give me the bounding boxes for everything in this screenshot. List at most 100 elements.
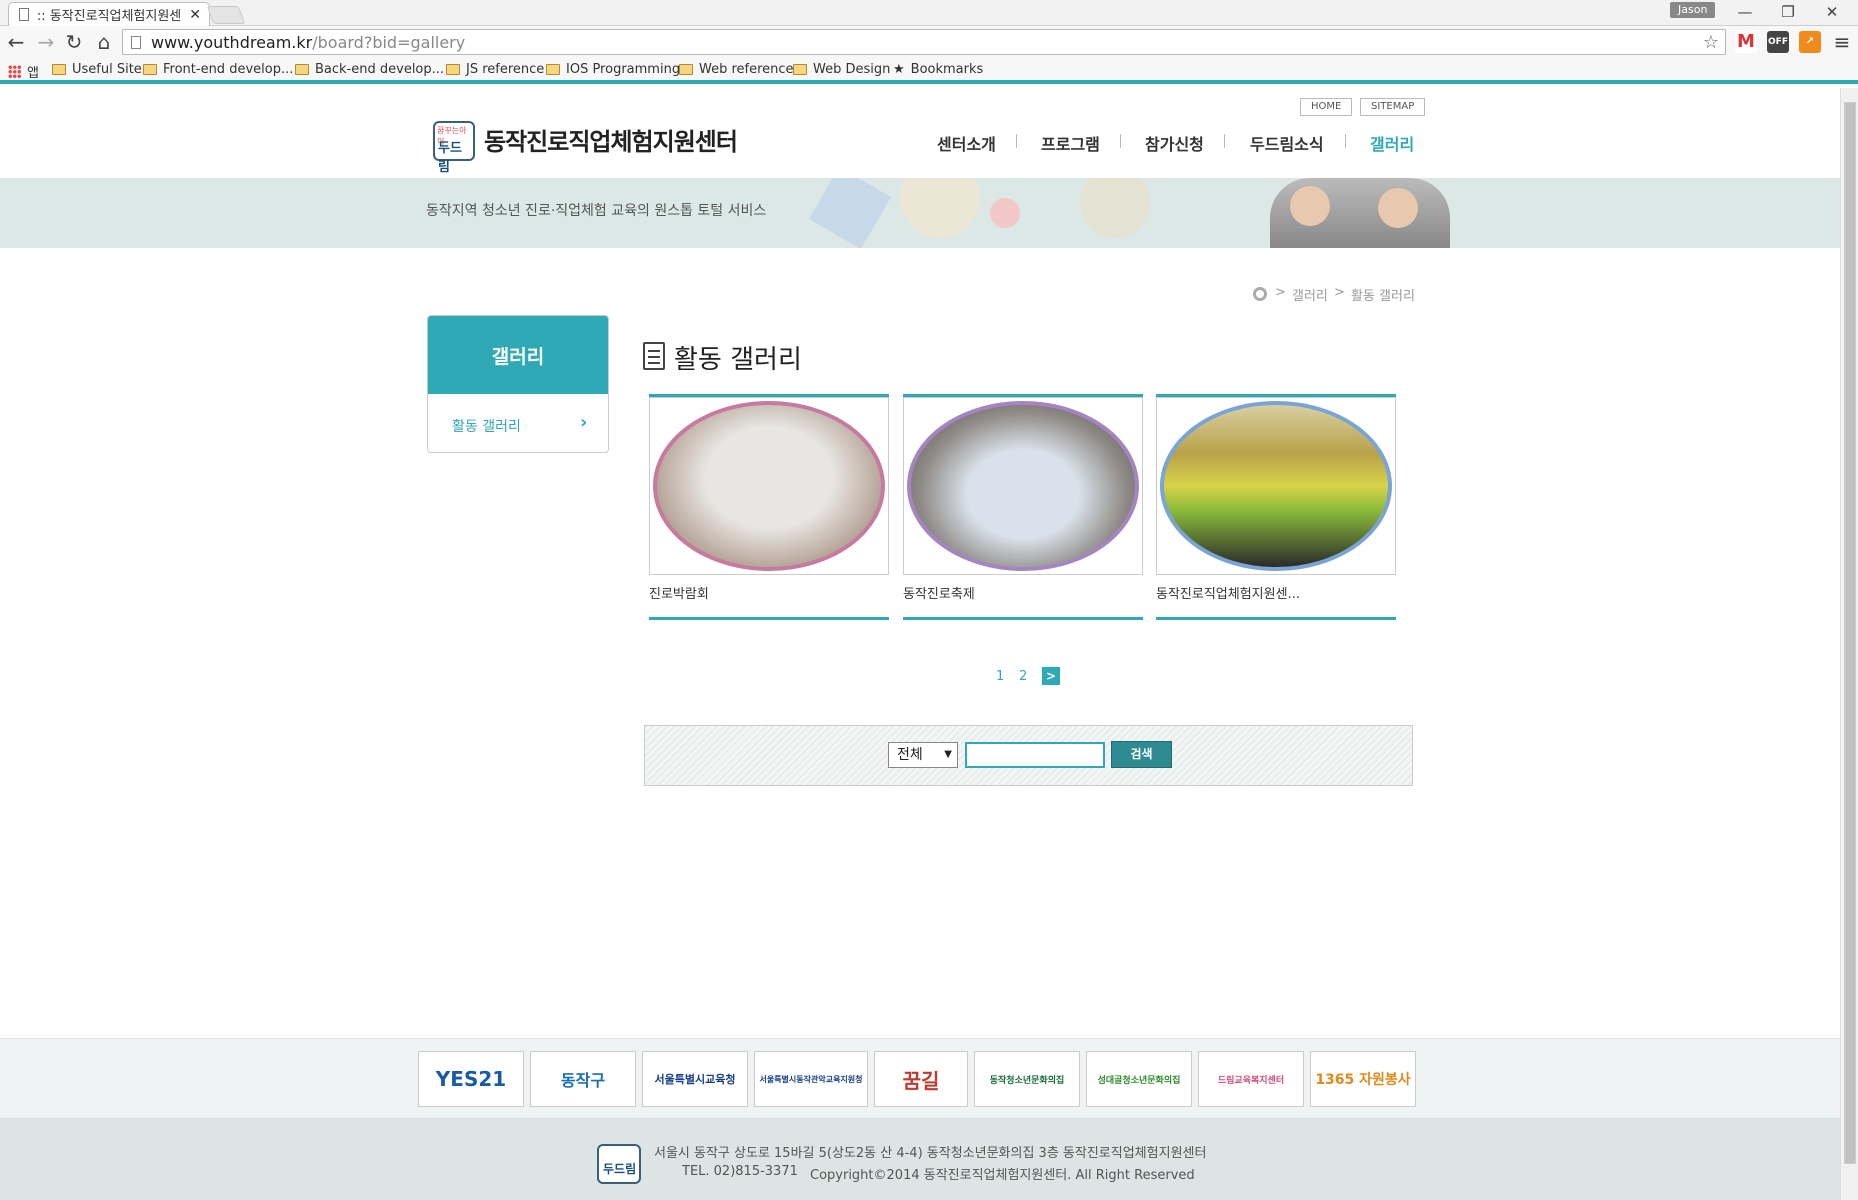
nav-gallery[interactable]: 갤러리 [1370, 131, 1414, 155]
menu-icon[interactable]: ≡ [1830, 29, 1854, 55]
breadcrumb-gallery[interactable]: 갤러리 [1292, 285, 1328, 304]
gallery-thumbnail[interactable] [903, 397, 1143, 575]
folder-icon [143, 64, 157, 75]
folder-icon [295, 64, 309, 75]
star-icon[interactable]: ☆ [1703, 32, 1719, 53]
nav-center-intro[interactable]: 센터소개 [937, 131, 996, 155]
page-link-1[interactable]: 1 [996, 669, 1004, 684]
bookmark-label: Web Design [813, 62, 891, 77]
page-scrollbar[interactable] [1840, 88, 1858, 1200]
folder-icon [546, 64, 560, 75]
reload-icon[interactable]: ↻ [62, 29, 86, 55]
scrollbar-thumb[interactable] [1844, 102, 1856, 1164]
gallery-thumbnail[interactable] [649, 397, 889, 575]
gmail-icon[interactable]: M [1735, 31, 1757, 53]
chart-extension-icon[interactable]: ↗ [1799, 31, 1821, 53]
profile-badge[interactable]: Jason [1670, 2, 1716, 18]
browser-tab[interactable]: :: 동작진로직업체험지원센 ✕ [8, 2, 210, 26]
breadcrumb-home-icon[interactable] [1253, 287, 1267, 301]
gallery-card-title[interactable]: 진로박람회 [649, 583, 709, 602]
dropdown-arrow-icon: ▼ [944, 749, 952, 760]
partner-dream-welfare[interactable]: 드림교육복지센터 [1198, 1051, 1304, 1107]
restore-icon[interactable]: ❐ [1768, 0, 1808, 26]
site-logo[interactable]: 꿈꾸는아이 두드림 [433, 121, 475, 175]
bookmark-web-design[interactable]: Web Design [793, 62, 890, 77]
ext-off-icon[interactable]: OFF [1767, 31, 1789, 53]
search-category-select[interactable]: 전체 ▼ [888, 742, 958, 768]
bookmark-label: JS reference [466, 62, 545, 77]
banner-decoration [1080, 178, 1150, 238]
gallery-photo [653, 401, 885, 571]
partner-kkumgil[interactable]: 꿈길 [874, 1051, 968, 1107]
bookmark-label: Front-end develop... [163, 62, 294, 77]
page-link-2[interactable]: 2 [1019, 669, 1027, 684]
gallery-thumbnail[interactable] [1156, 397, 1396, 575]
apps-bookmark[interactable]: 앱 [8, 62, 39, 81]
search-input[interactable] [965, 742, 1105, 768]
nav-apply[interactable]: 참가신청 [1145, 131, 1204, 155]
chevron-right-icon: › [580, 412, 588, 433]
partner-dongjak-gu[interactable]: 동작구 [530, 1051, 636, 1107]
gallery-card-title[interactable]: 동작진로축제 [903, 583, 975, 602]
bookmark-web-reference[interactable]: Web reference [679, 62, 794, 77]
breadcrumb-sep: > [1334, 285, 1345, 300]
breadcrumb-current: 활동 갤러리 [1351, 289, 1415, 304]
star-icon: ★ [893, 62, 905, 77]
banner-face [1290, 186, 1330, 226]
address-bar[interactable]: www.youthdream.kr/board?bid=gallery ☆ [122, 29, 1726, 55]
nav-news[interactable]: 두드림소식 [1250, 131, 1324, 155]
bookmark-bookmarks[interactable]: ★ Bookmarks [893, 62, 983, 77]
footer-tel: TEL. 02)815-3371 [682, 1164, 798, 1179]
bookmark-useful-site[interactable]: Useful Site [52, 62, 142, 77]
gallery-card[interactable]: 동작진로직업체험지원센... [1156, 394, 1396, 620]
next-page-button[interactable]: > [1042, 667, 1060, 685]
footer-copyright: Copyright©2014 동작진로직업체험지원센터. All Right R… [810, 1168, 1195, 1183]
browser-toolbar: ← → ↻ ⌂ www.youthdream.kr/board?bid=gall… [0, 26, 1858, 58]
bookmark-backend[interactable]: Back-end develop... [295, 62, 444, 77]
partner-1365[interactable]: 1365 자원봉사 [1310, 1051, 1416, 1107]
partner-dongjak-gwanak-edu[interactable]: 서울특별시동작관악교육지원청 [754, 1051, 868, 1107]
banner-decoration [900, 178, 980, 238]
partner-seoul-edu[interactable]: 서울특별시교육청 [642, 1051, 748, 1107]
bookmark-label: Web reference [699, 62, 794, 77]
logo-main-text: 두드림 [438, 141, 462, 175]
util-link-home[interactable]: HOME [1300, 98, 1353, 116]
util-link-sitemap[interactable]: SITEMAP [1360, 98, 1426, 116]
gallery-card[interactable]: 진로박람회 [649, 394, 889, 620]
apps-grid-icon [8, 65, 21, 78]
forward-arrow-icon[interactable]: → [34, 29, 58, 55]
footer: 두드림 서울시 동작구 상도로 15바길 5(상도2동 산 4-4) 동작청소년… [0, 1118, 1840, 1200]
web-page: HOME SITEMAP 꿈꾸는아이 두드림 동작진로직업체험지원센터 센터소개… [0, 88, 1840, 1200]
partner-yes21[interactable]: YES21 [418, 1051, 524, 1107]
footer-logo: 두드림 [597, 1144, 641, 1184]
bookmark-label: Back-end develop... [315, 62, 445, 77]
bookmark-label: Useful Site [72, 62, 142, 77]
partner-seongdaegol-youth-house[interactable]: 성대골청소년문화의집 [1086, 1051, 1192, 1107]
back-arrow-icon[interactable]: ← [4, 29, 28, 55]
bookmark-label: 앱 [27, 66, 39, 81]
footer-address: 서울시 동작구 상도로 15바길 5(상도2동 산 4-4) 동작청소년문화의집… [654, 1146, 1207, 1161]
sidebar-item-activity-gallery[interactable]: 활동 갤러리 [452, 416, 521, 436]
search-button[interactable]: 검색 [1111, 741, 1172, 768]
gallery-card-title[interactable]: 동작진로직업체험지원센... [1156, 583, 1300, 602]
select-value: 전체 [897, 747, 923, 763]
home-icon[interactable]: ⌂ [92, 29, 116, 55]
site-title[interactable]: 동작진로직업체험지원센터 [484, 122, 738, 157]
partner-dongjak-youth-house[interactable]: 동작청소년문화의집 [974, 1051, 1080, 1107]
close-window-icon[interactable]: ✕ [1812, 0, 1852, 26]
bookmark-ios[interactable]: IOS Programming [546, 62, 680, 77]
nav-program[interactable]: 프로그램 [1041, 131, 1100, 155]
bookmark-frontend[interactable]: Front-end develop... [143, 62, 293, 77]
minimize-icon[interactable]: — [1725, 0, 1765, 26]
nav-divider [1120, 134, 1121, 148]
breadcrumb-sep: > [1275, 285, 1286, 300]
close-tab-icon[interactable]: ✕ [189, 7, 201, 23]
new-tab-button[interactable] [206, 6, 246, 24]
gallery-photo [907, 401, 1139, 571]
bookmark-js-reference[interactable]: JS reference [446, 62, 544, 77]
browser-tab-strip: :: 동작진로직업체험지원센 ✕ Jason — ❐ ✕ [0, 0, 1858, 26]
folder-icon [793, 64, 807, 75]
gallery-card[interactable]: 동작진로축제 [903, 394, 1143, 620]
url-host: www.youthdream.kr [151, 32, 313, 52]
nav-divider [1345, 134, 1346, 148]
